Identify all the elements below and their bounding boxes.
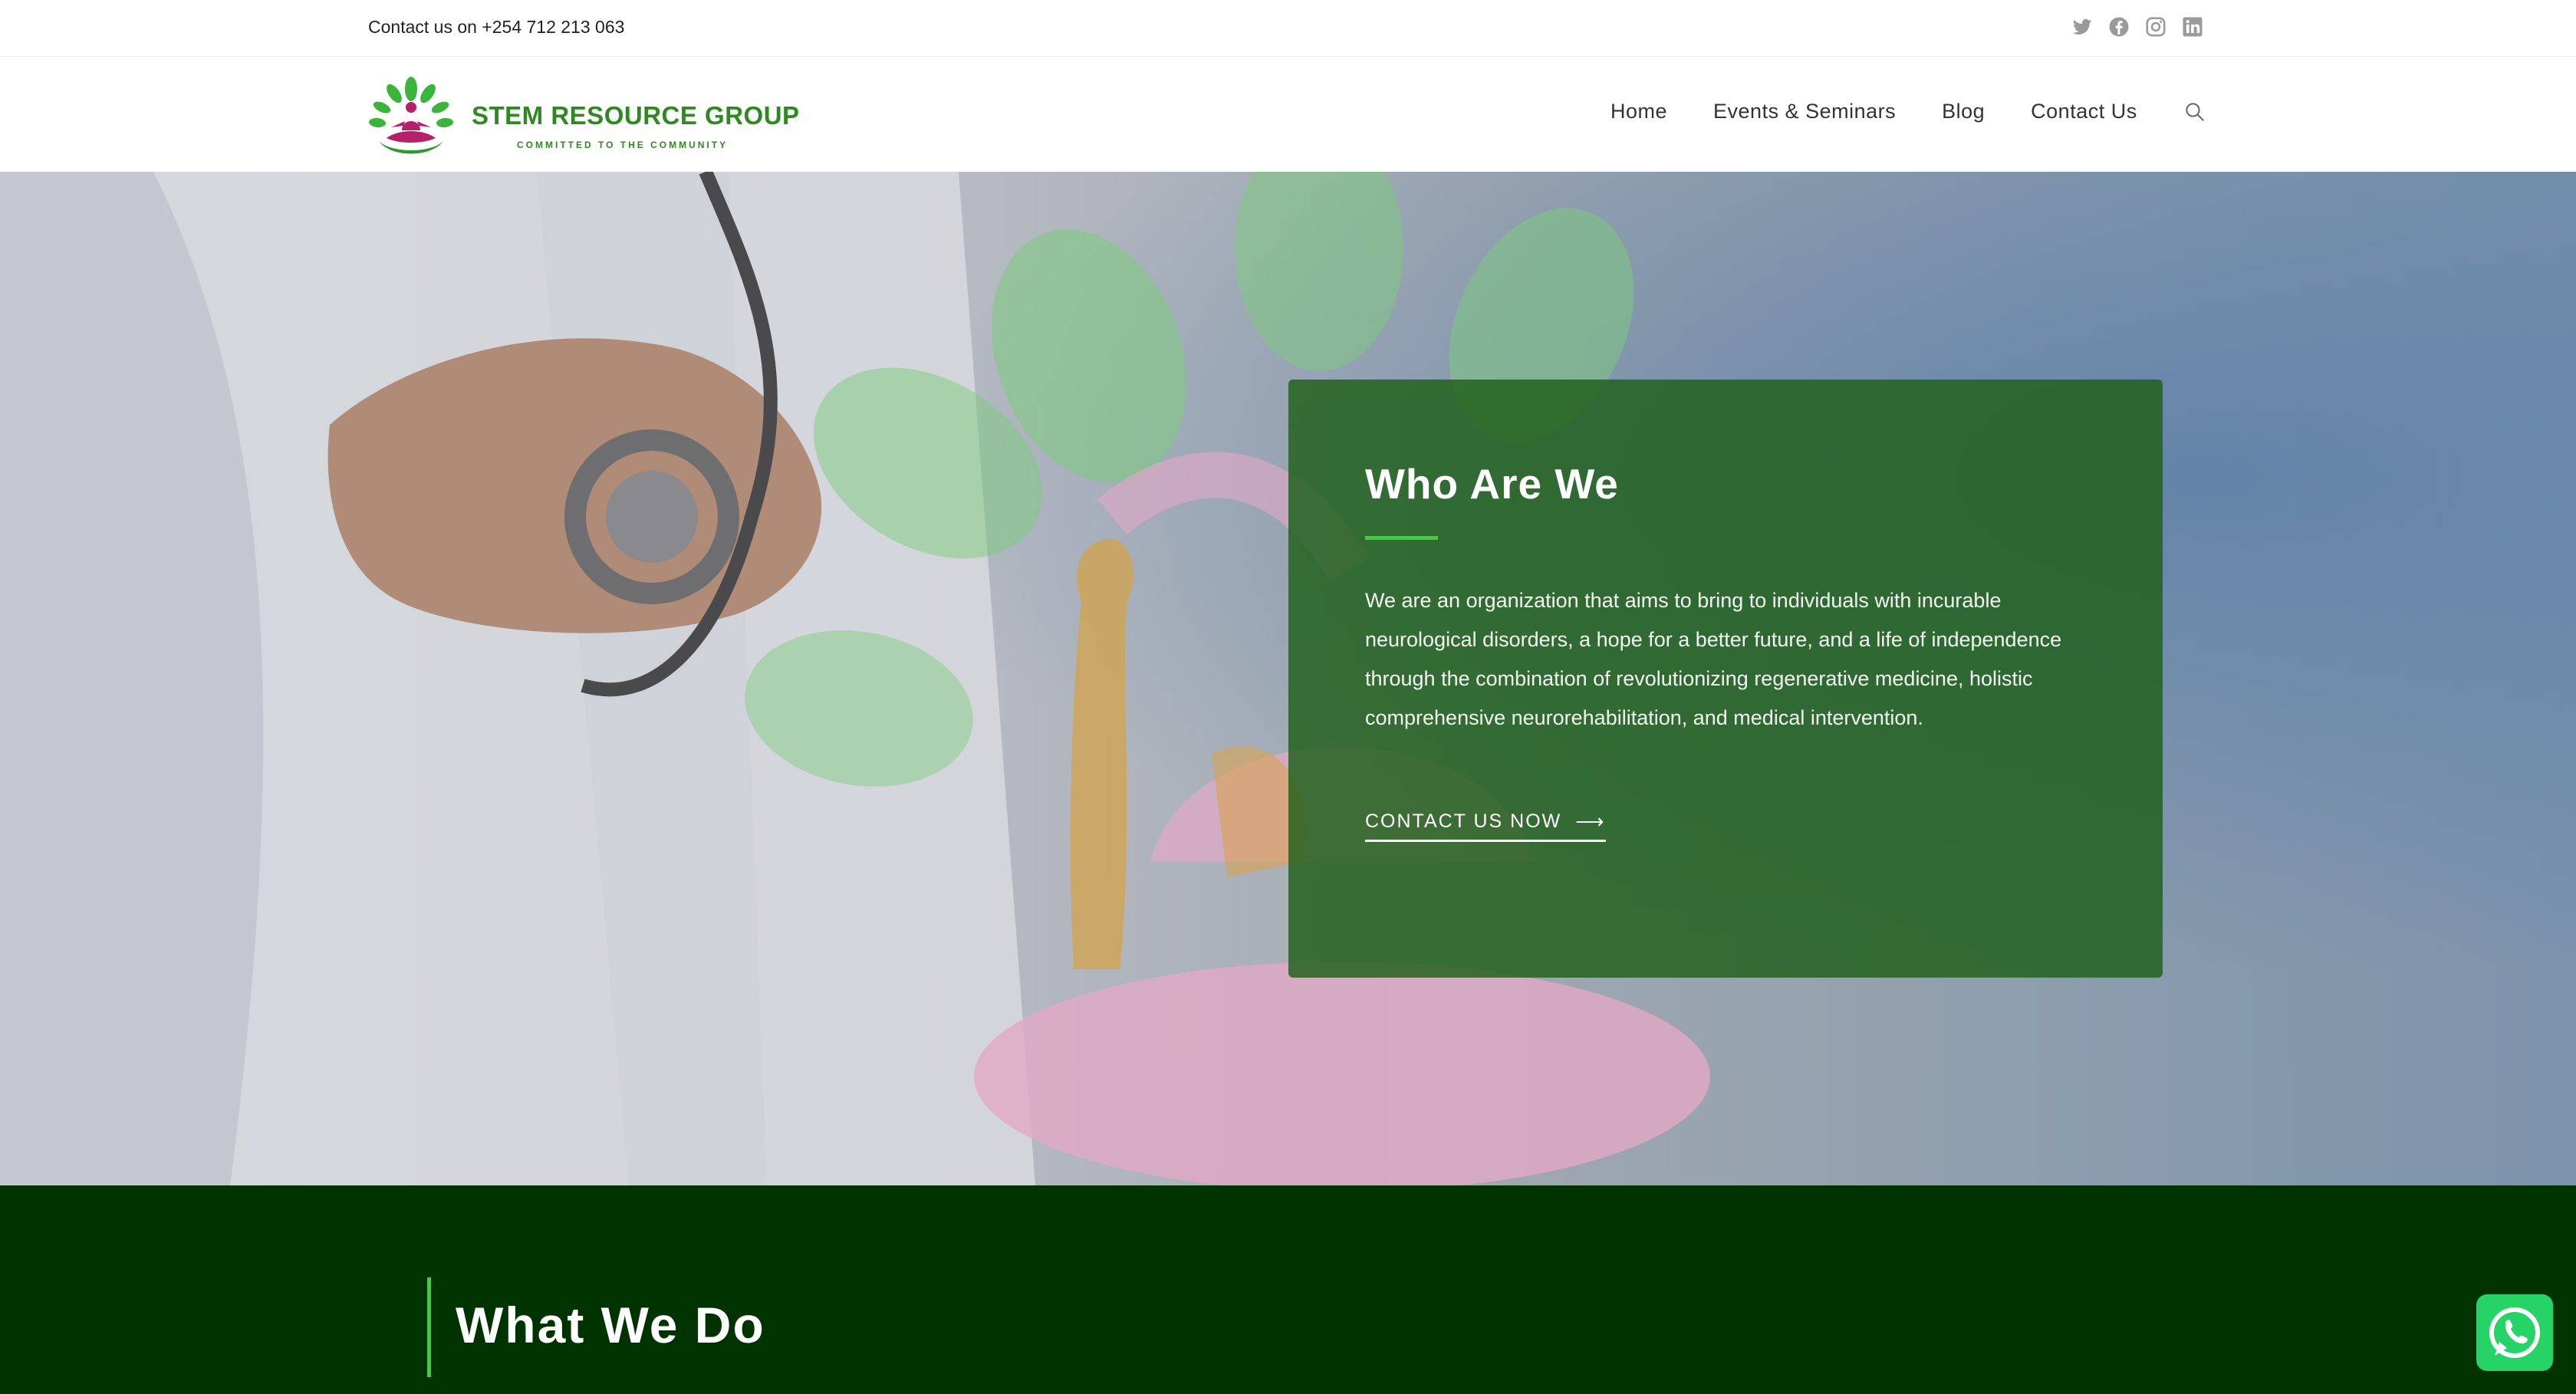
cta-label: CONTACT US NOW: [1365, 810, 1562, 832]
instagram-icon[interactable]: [2144, 15, 2167, 38]
lotus-logo-icon: [369, 77, 453, 154]
logo-name: STEM RESOURCE GROUP: [472, 101, 800, 130]
arrow-right-icon: ⟶: [1575, 810, 1606, 833]
contact-phone-text: Contact us on +254 712 213 063: [368, 17, 625, 37]
contact-us-now-button[interactable]: CONTACT US NOW ⟶: [1365, 810, 1606, 842]
nav-item-events-seminars[interactable]: Events & Seminars: [1713, 100, 1896, 123]
main-nav: Home Events & Seminars Blog Contact Us: [1610, 100, 2206, 123]
what-we-do-section: What We Do: [0, 1185, 2576, 1394]
nav-item-blog[interactable]: Blog: [1942, 100, 1985, 123]
section-title: What We Do: [456, 1297, 765, 1353]
title-underline: [1365, 536, 1438, 540]
social-links: [2071, 15, 2204, 38]
top-bar: Contact us on +254 712 213 063: [0, 0, 2576, 57]
hero-section: Who Are We We are an organization that a…: [0, 172, 2576, 1185]
hero-title: Who Are We: [1365, 460, 1619, 508]
logo-tagline: COMMITTED TO THE COMMUNITY: [517, 140, 729, 150]
nav-item-contact-us[interactable]: Contact Us: [2031, 100, 2137, 123]
search-icon[interactable]: [2183, 100, 2206, 123]
site-header: STEM RESOURCE GROUP COMMITTED TO THE COM…: [0, 57, 2576, 172]
facebook-icon[interactable]: [2107, 15, 2130, 38]
hero-body: We are an organization that aims to brin…: [1365, 589, 2062, 729]
who-are-we-card: Who Are We We are an organization that a…: [1288, 380, 2163, 978]
site-logo[interactable]: STEM RESOURCE GROUP COMMITTED TO THE COM…: [368, 74, 828, 158]
linkedin-icon[interactable]: [2181, 15, 2204, 38]
whatsapp-icon: [2489, 1307, 2540, 1358]
twitter-icon[interactable]: [2071, 15, 2094, 38]
nav-item-home[interactable]: Home: [1610, 100, 1667, 123]
whatsapp-button[interactable]: [2476, 1294, 2553, 1371]
section-accent-bar: [427, 1277, 431, 1377]
